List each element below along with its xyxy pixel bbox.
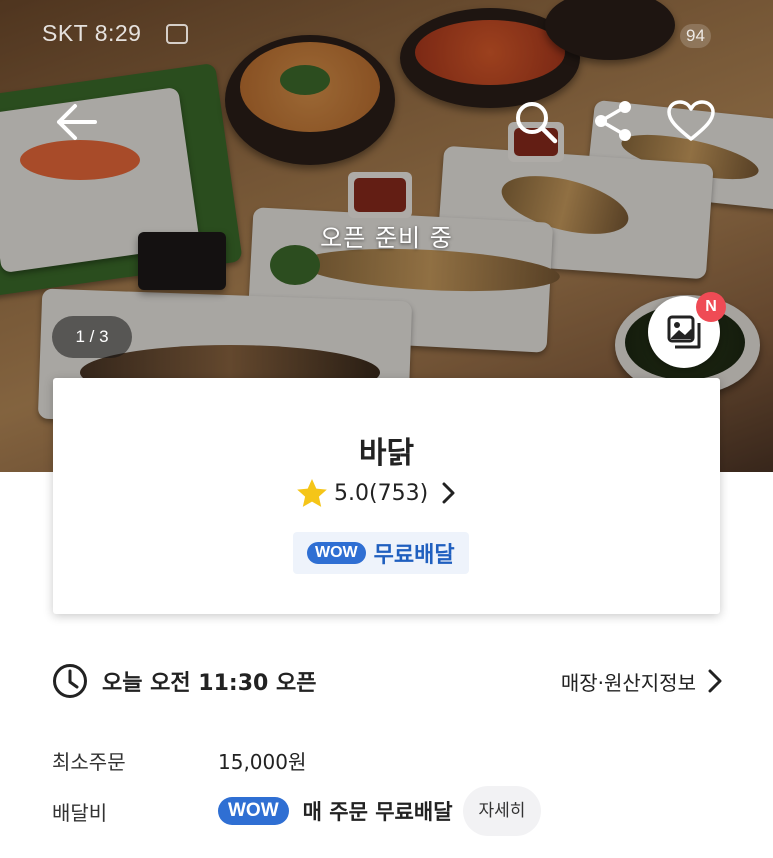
wow-badge: WOW (218, 797, 289, 825)
free-delivery-chip: WOW 무료배달 (293, 532, 469, 574)
photo-review-icon (667, 315, 701, 349)
review-count: (753) (369, 480, 429, 506)
search-button[interactable] (512, 98, 560, 146)
min-order-row: 최소주문 15,000원 (52, 744, 306, 776)
photo-counter: 1 / 3 (52, 316, 132, 358)
battery-level: 94 (686, 26, 705, 45)
hours-row: 오늘 오전 11:30 오픈 매장·원산지정보 (52, 662, 722, 700)
rating-value: 5.0 (334, 480, 369, 506)
share-button[interactable] (590, 98, 636, 144)
chevron-right-icon (708, 669, 722, 693)
status-carrier-time: SKT 8:29 (42, 20, 142, 46)
chevron-right-icon (442, 482, 455, 504)
store-info-card: 바닭 5.0 (753) WOW 무료배달 (53, 378, 720, 614)
back-arrow-icon (57, 104, 97, 140)
delivery-fee-label: 배달비 (52, 800, 108, 825)
wow-badge: WOW (307, 542, 366, 564)
delivery-fee-row: 배달비 WOW 매 주문 무료배달 자세히 (52, 786, 542, 836)
delivery-detail-button[interactable]: 자세히 (462, 786, 542, 836)
free-delivery-text: 무료배달 (373, 543, 455, 568)
favorite-button[interactable] (664, 96, 718, 146)
clock-icon (53, 664, 87, 698)
photo-review-button[interactable]: N (648, 292, 726, 368)
store-origin-info-label: 매장·원산지정보 (560, 670, 696, 695)
min-order-value: 15,000원 (218, 749, 307, 774)
star-icon (297, 479, 327, 507)
delivery-fee-value: 매 주문 무료배달 (302, 800, 453, 824)
opening-hours-text: 오늘 오전 11:30 오픈 (102, 671, 317, 696)
store-name: 바닭 (358, 436, 415, 471)
new-photo-badge: N (696, 292, 726, 322)
heart-icon (667, 100, 715, 141)
screen-record-icon (166, 24, 188, 44)
battery-indicator: 94 (680, 24, 711, 48)
search-icon (516, 102, 558, 144)
open-status-text: 오픈 준비 중 (320, 224, 453, 252)
back-button[interactable] (52, 98, 100, 146)
min-order-label: 최소주문 (52, 749, 126, 774)
rating-summary[interactable]: 5.0 (753) (296, 478, 456, 508)
share-icon (595, 101, 631, 141)
store-origin-info-link[interactable]: 매장·원산지정보 (561, 667, 722, 696)
